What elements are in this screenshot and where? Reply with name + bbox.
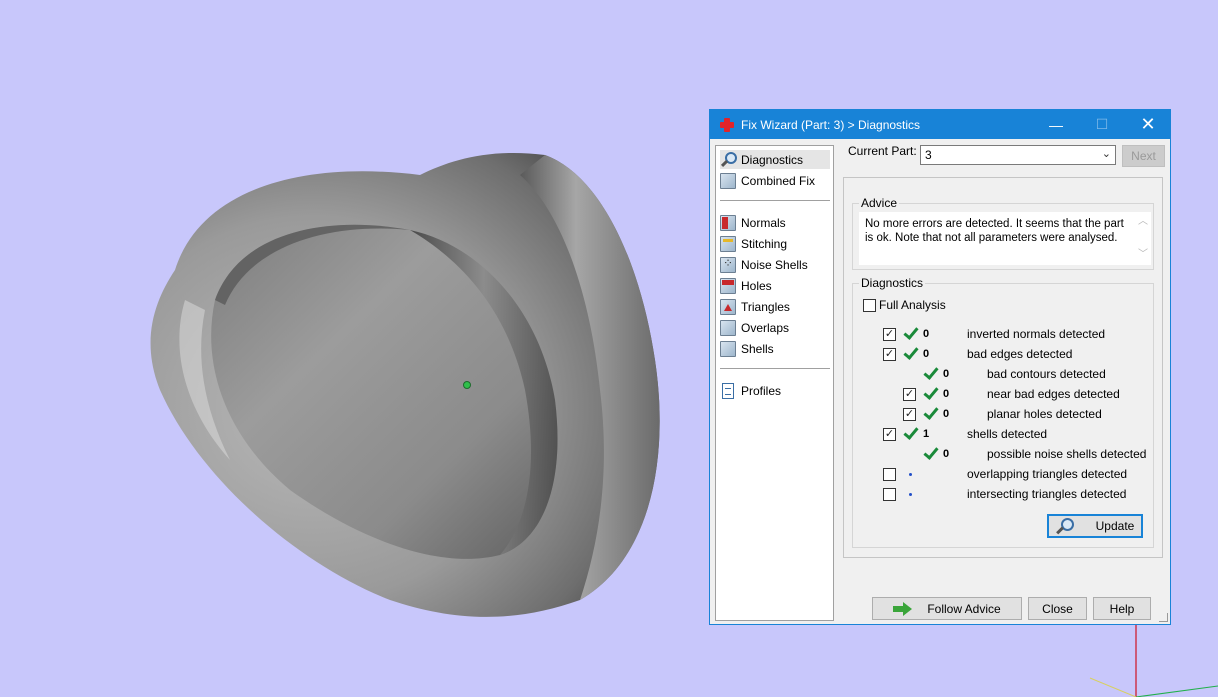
next-button[interactable]: Next	[1122, 145, 1165, 167]
diag-checkbox-overlapping-triangles[interactable]	[883, 468, 896, 481]
current-part-value: 3	[925, 148, 932, 162]
diagnostics-panel: Advice No more errors are detected. It s…	[843, 177, 1163, 558]
nav-item-label: Triangles	[741, 299, 790, 314]
fix-wizard-dialog: Fix Wizard (Part: 3) > Diagnostics — ☐ ✕…	[709, 109, 1171, 625]
advice-text-box[interactable]: No more errors are detected. It seems th…	[859, 212, 1151, 265]
document-icon	[722, 382, 734, 399]
green-check-icon	[902, 425, 918, 441]
advice-scrollbar[interactable]: ︿ ﹀	[1134, 212, 1151, 265]
update-button[interactable]: Update	[1047, 514, 1143, 538]
nav-item-label: Stitching	[741, 236, 788, 251]
advice-title: Advice	[859, 196, 900, 210]
magnifier-icon	[720, 151, 737, 168]
green-check-icon	[902, 325, 918, 341]
full-analysis-label: Full Analysis	[879, 298, 946, 312]
advice-group: Advice No more errors are detected. It s…	[852, 196, 1154, 270]
diag-label: bad contours detected	[987, 367, 1106, 381]
diag-checkbox-intersecting-triangles[interactable]	[883, 488, 896, 501]
cube-icon	[720, 319, 736, 336]
title-bar[interactable]: Fix Wizard (Part: 3) > Diagnostics — ☐ ✕	[710, 110, 1170, 139]
diag-label: inverted normals detected	[967, 327, 1106, 341]
nav-item-label: Overlaps	[741, 320, 790, 335]
dice-icon	[720, 256, 736, 273]
diag-checkbox-shells[interactable]: ✓	[883, 428, 896, 441]
nav-item-noise-shells[interactable]: Noise Shells	[720, 255, 830, 274]
follow-advice-button[interactable]: Follow Advice	[872, 597, 1022, 620]
nav-item-label: Normals	[741, 215, 786, 230]
resize-grip-icon[interactable]	[1159, 613, 1168, 622]
current-part-select[interactable]: 3 ⌄	[920, 145, 1116, 165]
help-button[interactable]: Help	[1093, 597, 1151, 620]
nav-item-label: Diagnostics	[741, 152, 804, 167]
nav-item-profiles[interactable]: Profiles	[720, 381, 830, 400]
red-cross-app-icon	[719, 117, 735, 133]
nav-item-triangles[interactable]: Triangles	[720, 297, 830, 316]
scroll-down-icon[interactable]: ﹀	[1138, 248, 1148, 262]
diag-count: 0	[943, 448, 950, 460]
diag-count: 0	[923, 348, 930, 360]
diag-checkbox-bad-edges[interactable]: ✓	[883, 348, 896, 361]
pending-dot-icon	[909, 473, 912, 476]
chevron-down-icon: ⌄	[1101, 148, 1111, 160]
nav-item-label: Profiles	[741, 383, 782, 398]
diag-count: 0	[943, 388, 950, 400]
nav-separator	[720, 368, 830, 369]
cube-yellow-icon	[720, 235, 736, 252]
nav-separator	[720, 200, 830, 201]
full-analysis-checkbox[interactable]	[863, 299, 876, 312]
nav-item-combined-fix[interactable]: Combined Fix	[720, 171, 830, 190]
cube-red-top-icon	[720, 277, 736, 294]
scroll-up-icon[interactable]: ︿	[1138, 215, 1148, 229]
green-arrow-icon	[893, 601, 913, 616]
green-check-icon	[922, 445, 938, 461]
green-check-icon	[902, 345, 918, 361]
cube-icon	[720, 340, 736, 357]
diag-count: 0	[943, 368, 950, 380]
cube-icon	[720, 172, 736, 189]
nav-item-label: Holes	[741, 278, 772, 293]
diag-checkbox-inverted-normals[interactable]: ✓	[883, 328, 896, 341]
diag-checkbox-near-bad-edges[interactable]: ✓	[903, 388, 916, 401]
diag-label: intersecting triangles detected	[967, 487, 1127, 501]
nav-item-shells[interactable]: Shells	[720, 339, 830, 358]
nav-item-label: Combined Fix	[741, 173, 816, 188]
nav-item-overlaps[interactable]: Overlaps	[720, 318, 830, 337]
diag-count: 1	[923, 428, 930, 440]
diag-label: near bad edges detected	[987, 387, 1120, 401]
diag-label: planar holes detected	[987, 407, 1102, 421]
nav-item-stitching[interactable]: Stitching	[720, 234, 830, 253]
nav-item-label: Shells	[741, 341, 774, 356]
current-part-label: Current Part:	[848, 144, 917, 158]
cube-triangle-icon	[720, 298, 736, 315]
cube-red-icon	[720, 214, 736, 231]
green-check-icon	[922, 385, 938, 401]
maximize-icon[interactable]: ☐	[1079, 110, 1125, 139]
nav-item-diagnostics[interactable]: Diagnostics	[720, 150, 830, 169]
nav-item-normals[interactable]: Normals	[720, 213, 830, 232]
green-check-icon	[922, 365, 938, 381]
wizard-nav: Diagnostics Combined Fix Normals Stitchi…	[715, 145, 834, 621]
magnifier-icon	[1056, 518, 1074, 534]
diag-count: 0	[923, 328, 930, 340]
update-label: Update	[1095, 519, 1135, 533]
close-button[interactable]: Close	[1028, 597, 1087, 620]
advice-text: No more errors are detected. It seems th…	[865, 218, 1124, 244]
green-check-icon	[922, 405, 938, 421]
window-title: Fix Wizard (Part: 3) > Diagnostics	[741, 117, 921, 132]
follow-advice-label: Follow Advice	[927, 601, 1001, 616]
nav-item-holes[interactable]: Holes	[720, 276, 830, 295]
diagnostics-group: Diagnostics Full Analysis ✓ 0 inverted n…	[852, 276, 1154, 548]
diag-label: overlapping triangles detected	[967, 467, 1128, 481]
diagnostics-title: Diagnostics	[859, 276, 926, 290]
diag-label: bad edges detected	[967, 347, 1073, 361]
diag-checkbox-planar-holes[interactable]: ✓	[903, 408, 916, 421]
minimize-icon[interactable]: —	[1033, 110, 1079, 139]
pending-dot-icon	[909, 493, 912, 496]
diag-label: possible noise shells detected	[987, 447, 1147, 461]
diag-count: 0	[943, 408, 950, 420]
nav-item-label: Noise Shells	[741, 257, 808, 272]
diag-label: shells detected	[967, 427, 1048, 441]
close-icon[interactable]: ✕	[1125, 110, 1171, 139]
